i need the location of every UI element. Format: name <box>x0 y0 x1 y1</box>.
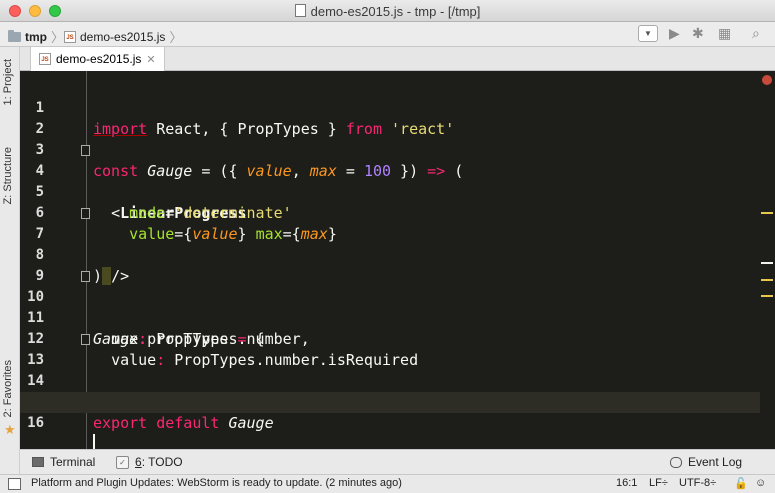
line-separator[interactable]: LF÷ <box>649 477 668 489</box>
terminal-icon <box>32 457 44 467</box>
code-line: 13 } <box>20 329 760 411</box>
code-line: 6 value={value} max={max} <box>20 182 760 243</box>
code-line: 14 <box>20 350 760 389</box>
close-tab-icon[interactable]: ✕ <box>146 53 155 66</box>
event-log-tab[interactable]: Event Log <box>670 455 742 469</box>
code-text: export default Gauge <box>93 414 274 432</box>
tool-window-bar: Terminal ✓ 6: TODO Event Log <box>20 449 775 474</box>
code-line: 5 mode='determinate' <box>20 161 760 222</box>
code-line: 10 Gauge.propTypes = { <box>20 266 760 348</box>
status-bar: Platform and Plugin Updates: WebStorm is… <box>0 474 775 493</box>
title-bar: demo-es2015.js - tmp - [/tmp] <box>0 0 775 22</box>
status-message[interactable]: Platform and Plugin Updates: WebStorm is… <box>31 477 402 489</box>
editor-tab[interactable]: JS demo-es2015.js ✕ <box>30 47 165 71</box>
terminal-label: Terminal <box>50 455 96 469</box>
tool-tab-project[interactable]: 1: Project <box>2 59 14 105</box>
code-editor[interactable]: 1 import React, { PropTypes } from 'reac… <box>20 71 775 452</box>
code-line: 1 import React, { PropTypes } from 'reac… <box>20 77 760 138</box>
code-line: 12 value: PropTypes.number.isRequired <box>20 308 760 369</box>
code-line: 7 /> <box>20 203 760 285</box>
run-config-dropdown[interactable]: ▼ <box>638 25 658 42</box>
breadcrumb-label: demo-es2015.js <box>80 29 166 44</box>
warning-marker[interactable] <box>761 295 773 297</box>
inspection-status-icon[interactable] <box>762 75 772 85</box>
chevron-right-icon: 〉 <box>51 30 65 45</box>
editor-tab-bar: JS demo-es2015.js ✕ <box>20 47 775 71</box>
fold-marker-icon[interactable] <box>81 271 90 282</box>
code-line: 15 export default Gauge <box>20 371 760 432</box>
document-icon <box>294 4 306 17</box>
coverage-icon[interactable]: ▦ <box>718 25 731 42</box>
js-file-icon: JS <box>39 53 51 65</box>
code-line: 8 ) <box>20 224 760 285</box>
lock-icon[interactable]: 🔓 <box>734 477 748 490</box>
left-tool-stripe: 1: Project Z: Structure 2: Favorites ★ <box>0 47 20 474</box>
breadcrumb-tmp[interactable]: tmp 〉 <box>8 27 64 46</box>
event-log-icon <box>670 456 682 468</box>
code-line: 11 max: PropTypes.number, <box>20 287 760 348</box>
todo-tab[interactable]: ✓ 6: TODO <box>116 455 183 469</box>
tool-tab-structure[interactable]: Z: Structure <box>2 147 14 204</box>
tool-tab-favorites[interactable]: 2: Favorites <box>2 360 14 417</box>
fold-marker-icon[interactable] <box>81 208 90 219</box>
tool-windows-toggle-icon[interactable] <box>8 478 21 490</box>
hector-icon[interactable]: ☺ <box>755 477 766 489</box>
error-stripe[interactable] <box>760 71 775 449</box>
todo-label: 6: TODO <box>135 455 183 469</box>
debug-icon[interactable]: ✱ <box>692 25 704 42</box>
line-number: 16 <box>27 415 44 431</box>
code-line: 4 <LinearProgress <box>20 140 760 222</box>
run-icon[interactable]: ▶ <box>669 25 680 42</box>
code-line-current: 16 <box>20 392 760 452</box>
code-line: 9 <box>20 245 760 284</box>
todo-icon: ✓ <box>116 455 129 469</box>
code-line: 3 const Gauge = ({ value, max = 100 }) =… <box>20 119 760 180</box>
caret-position[interactable]: 16:1 <box>616 477 637 489</box>
navigation-bar: tmp 〉 JS demo-es2015.js 〉 ▼ ▶ ✱ ▦ ⌕ <box>0 22 775 47</box>
event-log-label: Event Log <box>688 455 743 469</box>
window-title: demo-es2015.js - tmp - [/tmp] <box>0 4 775 19</box>
code-lines: 1 import React, { PropTypes } from 'reac… <box>20 77 760 452</box>
search-icon[interactable]: ⌕ <box>752 25 760 42</box>
breadcrumb-file[interactable]: JS demo-es2015.js 〉 <box>64 27 182 46</box>
window-title-text: demo-es2015.js - tmp - [/tmp] <box>310 4 481 19</box>
warning-marker[interactable] <box>761 262 773 264</box>
breadcrumb-label: tmp <box>25 29 47 44</box>
star-icon: ★ <box>4 422 16 437</box>
fold-marker-icon[interactable] <box>81 145 90 156</box>
editor-tab-label: demo-es2015.js <box>56 52 142 66</box>
warning-marker[interactable] <box>761 279 773 281</box>
warning-marker[interactable] <box>761 212 773 214</box>
js-file-icon: JS <box>64 30 76 43</box>
fold-marker-icon[interactable] <box>81 334 90 345</box>
code-line: 2 <box>20 98 760 137</box>
terminal-tab[interactable]: Terminal <box>32 455 95 469</box>
folder-icon <box>8 29 21 42</box>
chevron-right-icon: 〉 <box>169 30 183 45</box>
file-encoding[interactable]: UTF-8÷ <box>679 477 716 489</box>
